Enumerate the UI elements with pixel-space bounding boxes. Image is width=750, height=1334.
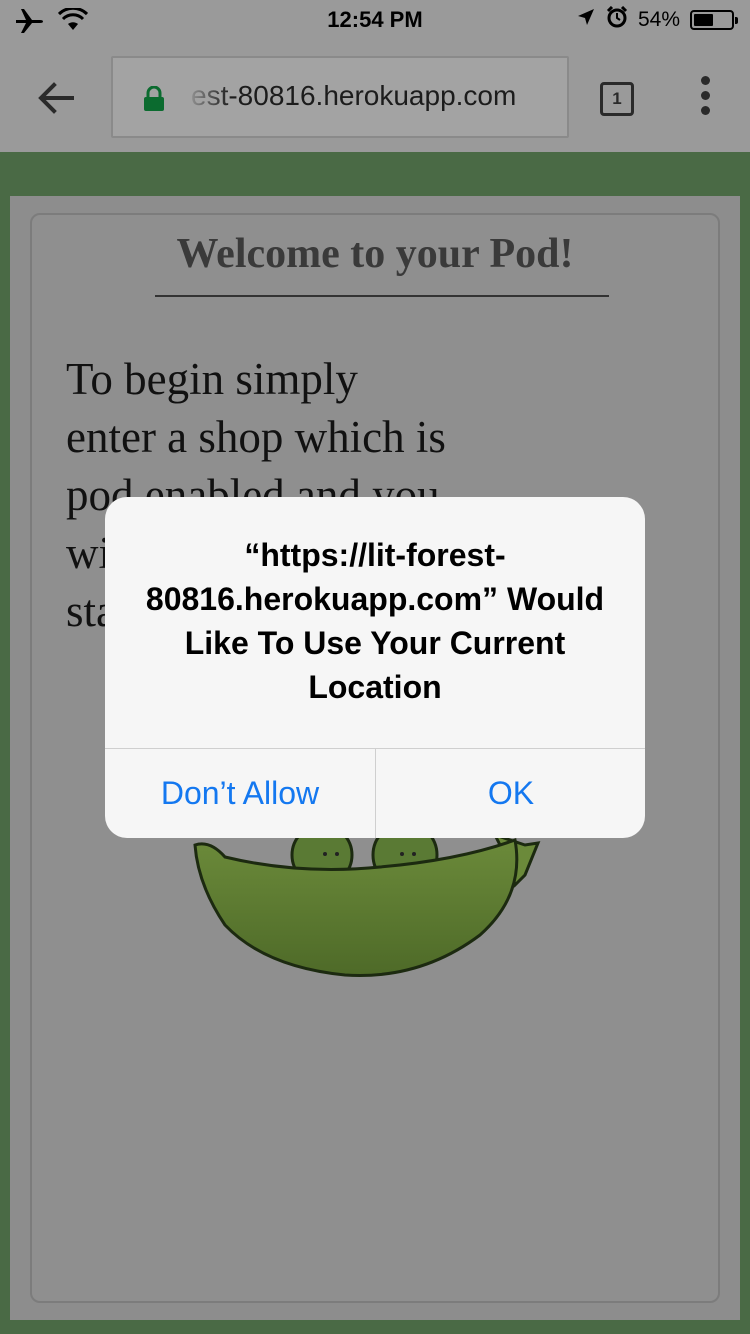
status-right-icons: 54% [576,5,738,34]
pea-pod-illustration [180,815,560,995]
title-underline [155,295,609,297]
back-arrow-icon[interactable] [32,74,80,122]
ok-button[interactable]: OK [376,749,645,838]
location-arrow-icon [576,7,596,33]
page-title: Welcome to your Pod! [176,231,574,277]
browser-toolbar: est-80816.herokuapp.com 1 [0,40,750,152]
intro-line: To begin simply [66,354,358,404]
battery-percent: 54% [637,8,680,31]
address-bar[interactable]: est-80816.herokuapp.com [111,56,569,138]
battery-level [694,14,714,26]
status-bar: 12:54 PM 54% [0,0,750,40]
alarm-icon [606,5,628,34]
alert-message: “https://lit-forest-80816.herokuapp.com”… [145,537,605,705]
dont-allow-button[interactable]: Don’t Allow [105,749,375,838]
url-text: est-80816.herokuapp.com [191,80,517,111]
battery-icon [690,10,738,30]
location-permission-dialog: “https://lit-forest-80816.herokuapp.com”… [105,497,645,838]
more-menu-icon[interactable] [696,76,714,122]
intro-line: enter a shop which is [66,412,446,462]
tabs-icon[interactable]: 1 [600,82,634,116]
lock-icon [143,85,165,117]
